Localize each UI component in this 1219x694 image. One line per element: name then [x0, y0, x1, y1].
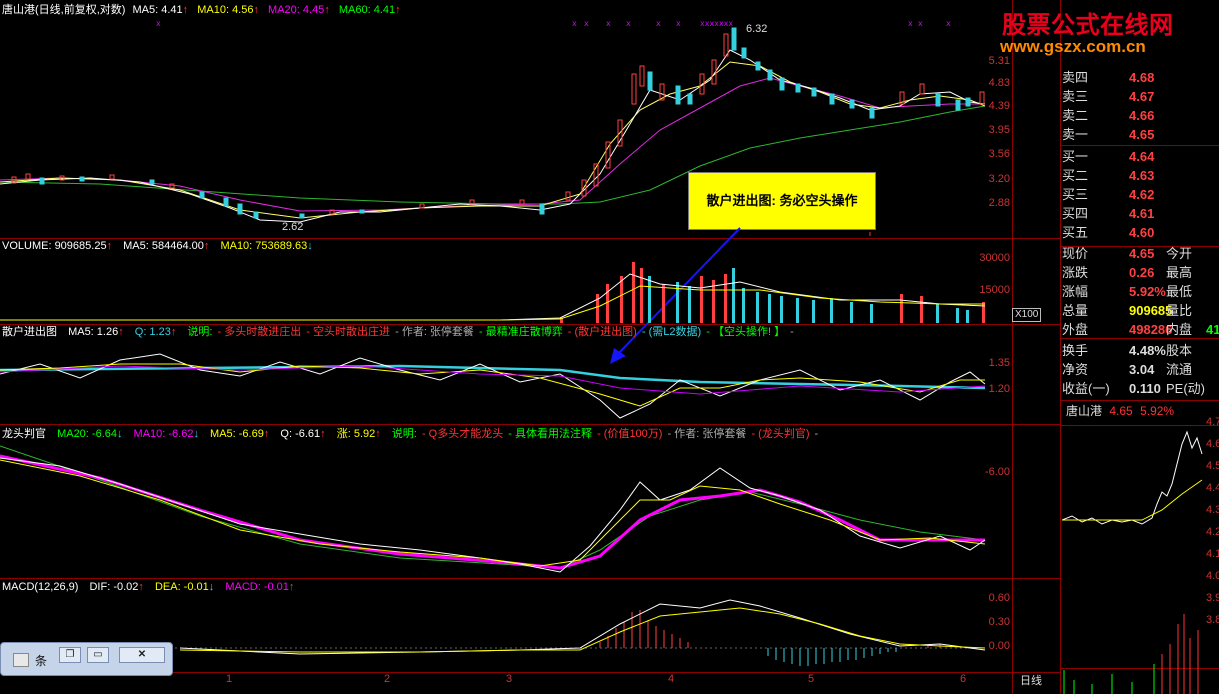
minimized-window[interactable]: 条 ❐ ▭ ✕ [0, 642, 173, 676]
svg-text:x: x [606, 19, 611, 28]
longtou-chart [0, 445, 986, 573]
window-title: 条 [35, 654, 48, 668]
svg-text:x: x [156, 19, 161, 28]
mini-axis-7: 4.0 [1206, 570, 1219, 582]
ask-row-2: 卖二 4.66 [1062, 108, 1155, 123]
close-button[interactable]: ✕ [119, 647, 165, 663]
svg-text:x: x [918, 19, 923, 28]
mini-axis-5: 4.2 [1206, 526, 1219, 538]
bid-row-5: 买五 4.60 [1062, 225, 1155, 240]
bid-row-1: 买一 4.64 [1062, 149, 1155, 164]
x-axis-6: 6 [960, 673, 967, 685]
mini-header: 唐山港 4.65 5.92% [1066, 404, 1175, 418]
svg-text:x: x [572, 19, 577, 28]
stat-row-eps: 收益(一) 0.110 PE(动) [1062, 381, 1206, 396]
svg-text:x: x [656, 19, 661, 28]
longtou-ma10: MA10: -6.62 [133, 428, 194, 440]
volume-unit-badge: X100 [1012, 308, 1042, 322]
stat-row-price: 现价 4.65 今开 [1062, 246, 1193, 261]
volume-label: VOLUME: 909685.25 [2, 240, 107, 252]
sanhu-name: 散户进出图 [2, 326, 57, 338]
mini-axis-6: 4.1 [1206, 548, 1219, 560]
longtou-ma5: MA5: -6.69 [210, 428, 264, 440]
longtou-desc-label: 说明: [391, 428, 417, 440]
volume-header: VOLUME: 909685.25↑ MA5: 584464.00↑ MA10:… [2, 240, 313, 252]
mini-axis-4: 4.3 [1206, 504, 1219, 516]
bid-row-2: 买二 4.63 [1062, 168, 1155, 183]
watermark-title: 股票公式在线网 [1002, 12, 1174, 39]
watermark-url: www.gszx.com.cn [1000, 37, 1146, 56]
svg-text:x: x [626, 19, 631, 28]
longtou-q: Q: -6.61 [280, 428, 321, 440]
x-axis-5: 5 [808, 673, 815, 685]
sanhu-q: Q: 1.23 [134, 326, 171, 338]
mini-axis-0: 4.7 [1206, 416, 1219, 428]
svg-text:xxxxxxx: xxxxxxx [700, 19, 733, 28]
svg-text:x: x [908, 19, 913, 28]
stat-row-pct: 涨幅 5.92% 最低 [1062, 284, 1193, 299]
sanhu-chart [0, 353, 986, 419]
svg-text:x: x [946, 19, 951, 28]
ask-row-4: 卖四 4.68 [1062, 70, 1155, 85]
mini-axis-2: 4.5 [1206, 460, 1219, 472]
stat-row-outer: 外盘 498286 内盘 41 [1062, 322, 1219, 337]
volume-ma10: MA10: 753689.63 [220, 240, 308, 252]
volume-bars [0, 262, 986, 323]
x-axis-2: 2 [384, 673, 391, 685]
maximize-button[interactable]: ▭ [87, 647, 109, 663]
x-axis-3: 3 [506, 673, 513, 685]
mini-intraday-chart [1062, 430, 1203, 694]
stat-row-volume: 总量 909685 量比 [1062, 303, 1193, 318]
bid-row-4: 买四 4.61 [1062, 206, 1155, 221]
ask-row-3: 卖三 4.67 [1062, 89, 1155, 104]
sanhu-header: 散户进出图 MA5: 1.26↑ Q: 1.23↑ 说明: - 多头时散进庄出 … [2, 326, 794, 338]
svg-text:x: x [676, 19, 681, 28]
mini-axis-1: 4.6 [1206, 438, 1219, 450]
svg-text:x: x [584, 19, 589, 28]
sanhu-desc-label: 说明: [187, 326, 213, 338]
longtou-zhang: 涨: 5.92 [336, 428, 376, 440]
period-label[interactable]: 日线 [1020, 674, 1042, 688]
volume-ma5: MA5: 584464.00 [123, 240, 204, 252]
sanhu-ma5: MA5: 1.26 [68, 326, 119, 338]
longtou-name: 龙头判官 [2, 428, 46, 440]
restore-button[interactable]: ❐ [59, 647, 81, 663]
window-app-icon [13, 653, 29, 667]
stat-row-turnover: 换手 4.48% 股本 [1062, 343, 1193, 358]
stat-row-change: 涨跌 0.26 最高 [1062, 265, 1193, 280]
x-axis-1: 1 [226, 673, 233, 685]
mini-axis-9: 3.8 [1206, 614, 1219, 626]
mini-axis-8: 3.9 [1206, 592, 1219, 604]
bid-row-3: 买三 4.62 [1062, 187, 1155, 202]
mini-axis-3: 4.4 [1206, 482, 1219, 494]
x-axis-4: 4 [668, 673, 675, 685]
ask-row-1: 卖一 4.65 [1062, 127, 1155, 142]
longtou-header: 龙头判官 MA20: -6.64↓ MA10: -6.62↓ MA5: -6.6… [2, 428, 819, 440]
longtou-ma20: MA20: -6.64 [57, 428, 117, 440]
stat-row-netasset: 净资 3.04 流通 [1062, 362, 1193, 377]
